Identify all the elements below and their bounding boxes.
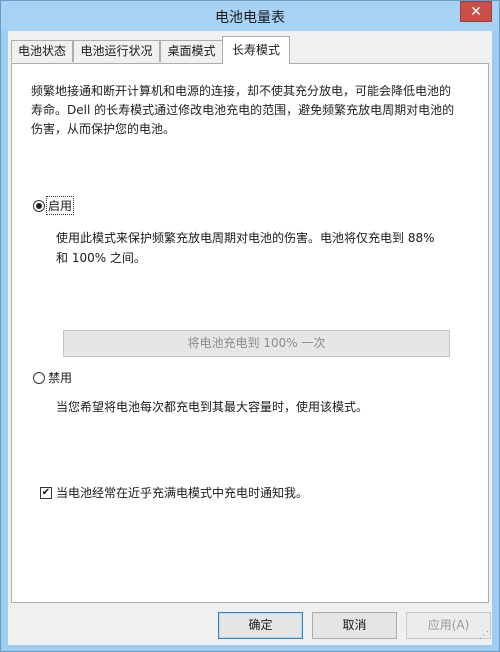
close-button[interactable]: ✕ — [460, 1, 492, 22]
battery-meter-window: 电池电量表 ✕ 电池状态 电池运行状况 桌面模式 长寿模式 频繁地接通和断开计算… — [0, 0, 500, 652]
tab-longevity-mode[interactable]: 长寿模式 — [222, 36, 290, 64]
enable-radio-label[interactable]: 启用 — [45, 196, 75, 215]
title-bar[interactable]: 电池电量表 ✕ — [1, 1, 499, 31]
notify-checkbox[interactable]: ✔ — [40, 486, 52, 499]
tab-battery-status[interactable]: 电池状态 — [11, 40, 73, 62]
description-line: 频繁地接通和断开计算机和电源的连接，却不使其充分放电，可能会降低电池的 — [31, 84, 452, 98]
disable-radio-option[interactable]: 禁用 — [33, 369, 73, 386]
disable-radio-label[interactable]: 禁用 — [47, 369, 73, 386]
tab-desktop-mode[interactable]: 桌面模式 — [160, 40, 223, 62]
description-line: 伤害，从而保护您的电池。 — [31, 122, 176, 136]
longevity-mode-panel: 频繁地接通和断开计算机和电源的连接，却不使其充分放电，可能会降低电池的 寿命。D… — [11, 63, 489, 603]
cancel-button[interactable]: 取消 — [312, 612, 397, 639]
tab-battery-health[interactable]: 电池运行状况 — [73, 40, 160, 62]
enable-radio-option[interactable]: 启用 — [33, 196, 75, 215]
description-text: 频繁地接通和断开计算机和电源的连接，却不使其充分放电，可能会降低电池的 寿命。D… — [31, 82, 471, 139]
ok-button[interactable]: 确定 — [218, 612, 303, 639]
description-line: 寿命。Dell 的长寿模式通过修改电池充电的范围，避免频繁充放电周期对电池的 — [31, 103, 455, 117]
notify-checkbox-label[interactable]: 当电池经常在近乎充满电模式中充电时通知我。 — [56, 484, 308, 501]
enable-detail-line: 和 100% 之间。 — [56, 251, 146, 265]
disable-radio-button[interactable] — [33, 371, 45, 384]
enable-radio-button[interactable] — [33, 199, 45, 212]
window-title: 电池电量表 — [215, 10, 285, 26]
enable-detail-text: 使用此模式来保护频繁充放电周期对电池的伤害。电池将仅充电到 88% 和 100%… — [56, 228, 456, 268]
enable-detail-line: 使用此模式来保护频繁充放电周期对电池的伤害。电池将仅充电到 88% — [56, 231, 435, 245]
disable-detail-line: 当您希望将电池每次都充电到其最大容量时，使用该模式。 — [56, 400, 369, 414]
disable-detail-text: 当您希望将电池每次都充电到其最大容量时，使用该模式。 — [56, 397, 456, 417]
resize-grip-icon[interactable]: ⋰ — [477, 630, 489, 642]
dialog-client-area: 电池状态 电池运行状况 桌面模式 长寿模式 频繁地接通和断开计算机和电源的连接，… — [8, 31, 492, 645]
charge-to-100-once-button[interactable]: 将电池充电到 100% 一次 — [63, 330, 450, 357]
notify-checkbox-option[interactable]: ✔ 当电池经常在近乎充满电模式中充电时通知我。 — [40, 484, 308, 501]
